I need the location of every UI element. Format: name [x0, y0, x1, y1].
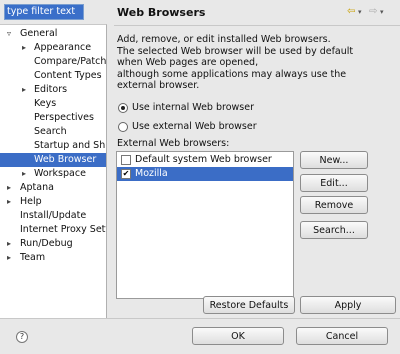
browser-name: Mozilla — [135, 168, 168, 179]
tree-node-team[interactable]: ▸ Team — [0, 251, 106, 265]
tree-node-help[interactable]: ▸ Help — [0, 195, 106, 209]
radio-label: Use external Web browser — [132, 121, 257, 132]
preference-tree[interactable]: ▿ General ▸ Appearance Compare/Patch Con… — [0, 24, 107, 319]
tree-node-label: Editors — [34, 84, 68, 95]
browser-list[interactable]: Default system Web browser ✔ Mozilla — [116, 151, 294, 299]
twisty-collapsed-icon[interactable]: ▸ — [20, 41, 28, 55]
history-nav: ⇦ ▾ ⇨ ▾ — [347, 6, 397, 20]
twisty-collapsed-icon[interactable]: ▸ — [5, 181, 13, 195]
filter-input[interactable]: type filter text — [4, 4, 84, 20]
tree-node-compare-patch[interactable]: Compare/Patch — [0, 55, 106, 69]
tree-node-search[interactable]: Search — [0, 125, 106, 139]
tree-node-label: Team — [20, 252, 46, 263]
tree-node-perspectives[interactable]: Perspectives — [0, 111, 106, 125]
tree-node-label: Content Types — [34, 70, 102, 81]
tree-node-label: Compare/Patch — [34, 56, 107, 67]
tree-node-label: Keys — [34, 98, 57, 109]
back-arrow-icon[interactable]: ⇦ — [347, 6, 355, 17]
tree-node-appearance[interactable]: ▸ Appearance — [0, 41, 106, 55]
chevron-down-icon[interactable]: ▾ — [380, 8, 384, 16]
twisty-collapsed-icon[interactable]: ▸ — [5, 237, 13, 251]
header-separator — [114, 25, 400, 26]
radio-label: Use internal Web browser — [132, 102, 254, 113]
restore-defaults-button[interactable]: Restore Defaults — [203, 296, 295, 314]
tree-node-label: Web Browser — [34, 154, 97, 165]
remove-button[interactable]: Remove — [300, 196, 368, 214]
tree-node-label: Install/Update — [20, 210, 87, 221]
tree-node-label: Workspace — [34, 168, 86, 179]
search-button[interactable]: Search... — [300, 221, 368, 239]
footer-separator — [0, 318, 400, 319]
chevron-down-icon[interactable]: ▾ — [358, 8, 362, 16]
tree-node-content-types[interactable]: Content Types — [0, 69, 106, 83]
tree-node-label: Startup and Shu — [34, 140, 107, 151]
radio-selected-icon[interactable] — [118, 103, 128, 113]
description-line: The selected Web browser will be used by… — [117, 45, 354, 57]
browser-row-default-system[interactable]: Default system Web browser — [117, 153, 293, 167]
page-description: Add, remove, or edit installed Web brows… — [117, 34, 397, 92]
help-icon[interactable]: ? — [16, 331, 28, 343]
twisty-collapsed-icon[interactable]: ▸ — [20, 83, 28, 97]
page-title: Web Browsers — [117, 6, 206, 19]
tree-node-label: Perspectives — [34, 112, 94, 123]
radio-unselected-icon[interactable] — [118, 122, 128, 132]
browser-row-mozilla[interactable]: ✔ Mozilla — [117, 167, 293, 181]
forward-arrow-icon[interactable]: ⇨ — [369, 6, 377, 17]
twisty-collapsed-icon[interactable]: ▸ — [5, 251, 13, 265]
checkbox-checked-icon[interactable]: ✔ — [121, 169, 131, 179]
twisty-expanded-icon[interactable]: ▿ — [5, 27, 13, 41]
apply-button[interactable]: Apply — [300, 296, 396, 314]
tree-node-workspace[interactable]: ▸ Workspace — [0, 167, 106, 181]
tree-node-web-browser[interactable]: Web Browser — [0, 153, 106, 167]
description-line: Add, remove, or edit installed Web brows… — [117, 34, 331, 45]
twisty-collapsed-icon[interactable]: ▸ — [20, 167, 28, 181]
edit-button[interactable]: Edit... — [300, 174, 368, 192]
tree-node-label: Internet Proxy Sett — [20, 224, 107, 235]
tree-node-run-debug[interactable]: ▸ Run/Debug — [0, 237, 106, 251]
tree-node-internet-proxy[interactable]: Internet Proxy Sett — [0, 223, 106, 237]
tree-node-editors[interactable]: ▸ Editors — [0, 83, 106, 97]
tree-node-aptana[interactable]: ▸ Aptana — [0, 181, 106, 195]
tree-node-label: Search — [34, 126, 67, 137]
browser-name: Default system Web browser — [135, 154, 272, 165]
ok-button[interactable]: OK — [192, 327, 284, 345]
external-browsers-label: External Web browsers: — [117, 138, 230, 149]
new-button[interactable]: New... — [300, 151, 368, 169]
twisty-collapsed-icon[interactable]: ▸ — [5, 195, 13, 209]
cancel-button[interactable]: Cancel — [296, 327, 388, 345]
description-line: external browser. — [117, 80, 200, 91]
description-line: although some applications may always us… — [117, 68, 347, 80]
checkbox-unchecked-icon[interactable] — [121, 155, 131, 165]
tree-node-label: Help — [20, 196, 42, 207]
tree-node-install-update[interactable]: Install/Update — [0, 209, 106, 223]
tree-node-keys[interactable]: Keys — [0, 97, 106, 111]
tree-node-startup-shutdown[interactable]: Startup and Shu — [0, 139, 106, 153]
tree-node-label: Appearance — [34, 42, 92, 53]
tree-node-label: General — [20, 28, 58, 39]
tree-node-label: Aptana — [20, 182, 54, 193]
tree-node-general[interactable]: ▿ General — [0, 27, 106, 41]
description-line: when Web pages are opened, — [117, 57, 259, 68]
tree-node-label: Run/Debug — [20, 238, 73, 249]
